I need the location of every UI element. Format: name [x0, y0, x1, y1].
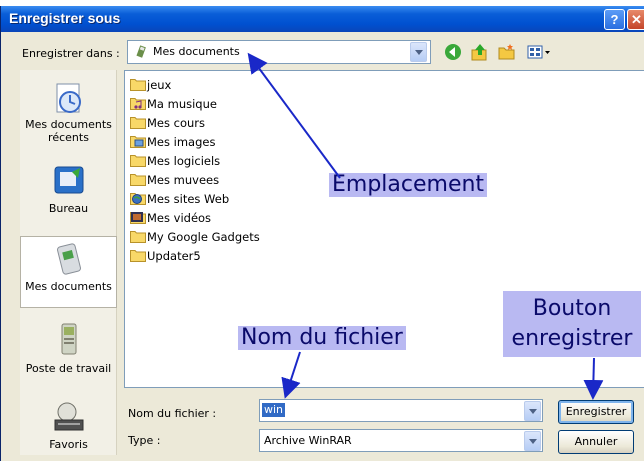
place-my-computer[interactable]: Poste de travail — [20, 316, 117, 386]
folder-icon — [130, 174, 146, 186]
view-menu-icon[interactable] — [526, 42, 552, 62]
place-desktop[interactable]: Bureau — [20, 158, 117, 228]
annotation-save-button-line1: Bouton — [532, 296, 612, 321]
chevron-down-icon[interactable] — [410, 42, 427, 62]
help-button[interactable]: ? — [604, 9, 625, 30]
save-button[interactable]: Enregistrer — [558, 400, 634, 424]
list-item[interactable]: Mes vidéos — [130, 211, 211, 229]
file-name: Mes muvees — [147, 173, 220, 187]
list-item[interactable]: Mes sites Web — [130, 192, 229, 210]
web-folder-icon — [130, 193, 146, 205]
place-recent-documents[interactable]: Mes documents récents — [20, 76, 117, 156]
window-title: Enregistrer sous — [9, 10, 121, 26]
pictures-folder-icon — [130, 136, 146, 148]
folder-icon — [130, 79, 146, 91]
file-name: Mes cours — [147, 116, 206, 130]
back-icon[interactable] — [443, 42, 463, 62]
my-documents-icon — [56, 243, 81, 275]
file-name: Mes logiciels — [147, 154, 221, 168]
title-bar[interactable]: Enregistrer sous ? ✕ — [1, 6, 644, 32]
my-computer-icon — [61, 323, 76, 355]
folder-icon — [130, 231, 146, 243]
filetype-label: Type : — [128, 434, 161, 447]
place-my-documents-label: Mes documents — [25, 280, 112, 293]
file-name: Ma musique — [147, 97, 217, 111]
list-item[interactable]: Mes cours — [130, 116, 205, 134]
filetype-value: Archive WinRAR — [264, 434, 352, 447]
list-item[interactable]: Mes logiciels — [130, 154, 220, 172]
list-item[interactable]: Mes images — [130, 135, 215, 153]
filename-label: Nom du fichier : — [128, 407, 217, 420]
chevron-down-icon[interactable] — [524, 401, 541, 421]
place-my-computer-label: Poste de travail — [25, 362, 112, 375]
list-item[interactable]: Mes muvees — [130, 173, 219, 191]
filename-input[interactable] — [259, 399, 543, 422]
video-folder-icon — [130, 212, 146, 224]
place-recent-documents-label: Mes documents récents — [25, 118, 112, 144]
folder-icon — [130, 250, 146, 262]
list-item[interactable]: My Google Gadgets — [130, 230, 260, 248]
place-favorites[interactable]: Favoris — [20, 394, 117, 455]
recent-documents-icon — [56, 83, 81, 113]
new-folder-icon[interactable] — [497, 42, 517, 62]
annotation-filename: Nom du fichier — [238, 326, 406, 350]
place-my-documents[interactable]: Mes documents — [20, 236, 117, 308]
file-name: Mes images — [147, 135, 216, 149]
chevron-down-icon[interactable] — [524, 431, 541, 451]
cancel-button[interactable]: Annuler — [558, 430, 634, 454]
annotation-save-button: Bouton enregistrer — [503, 291, 641, 357]
save-in-value: Mes documents — [153, 45, 240, 58]
folder-icon — [130, 155, 146, 167]
place-favorites-label: Favoris — [49, 438, 88, 451]
place-desktop-label: Bureau — [48, 202, 89, 215]
folder-icon — [130, 117, 146, 129]
list-item[interactable]: jeux — [130, 78, 171, 96]
file-name: Mes sites Web — [147, 192, 230, 206]
up-folder-icon[interactable] — [470, 42, 490, 62]
file-name: Updater5 — [147, 249, 201, 263]
close-button[interactable]: ✕ — [627, 9, 644, 30]
desktop-icon — [54, 166, 83, 194]
network-places-icon — [54, 402, 83, 431]
annotation-location: Emplacement — [329, 173, 488, 197]
annotation-save-button-line2: enregistrer — [511, 326, 633, 351]
file-name: Mes vidéos — [147, 211, 212, 225]
file-name: My Google Gadgets — [147, 230, 260, 244]
my-documents-icon — [136, 45, 146, 58]
filename-value[interactable]: win — [262, 403, 286, 417]
file-name: jeux — [147, 78, 172, 92]
list-item[interactable]: Ma musique — [130, 97, 217, 115]
places-bar: Mes documents récents Bureau Mes documen… — [20, 70, 117, 455]
list-item[interactable]: Updater5 — [130, 249, 201, 267]
save-in-label: Enregistrer dans : — [22, 47, 120, 60]
music-folder-icon — [130, 98, 146, 110]
